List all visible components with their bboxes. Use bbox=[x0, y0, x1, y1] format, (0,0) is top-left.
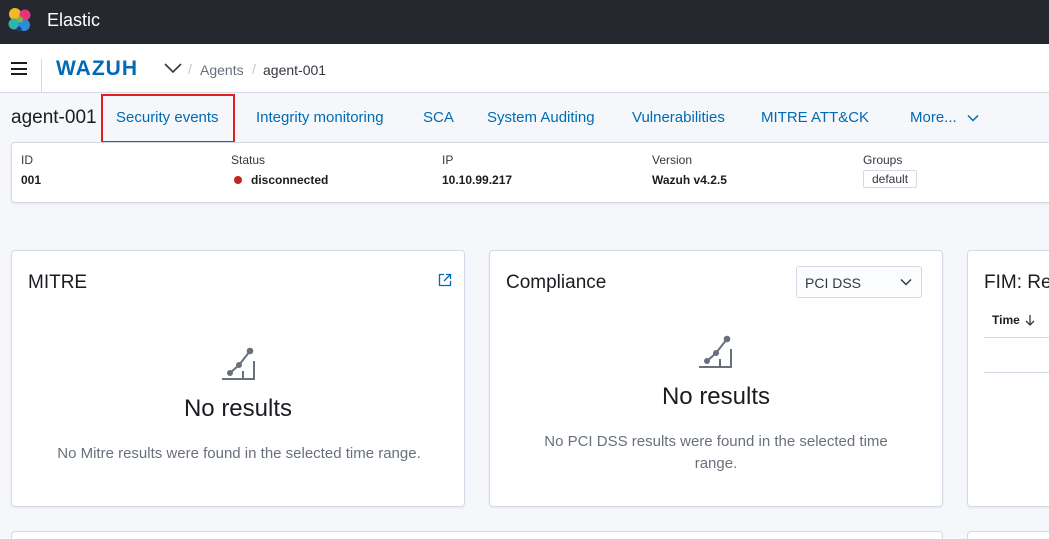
top-header: Elastic bbox=[0, 0, 1049, 44]
table-divider bbox=[984, 372, 1049, 373]
agent-version-value: Wazuh v4.2.5 bbox=[652, 173, 727, 187]
agent-tabs: agent-001 Security events Integrity moni… bbox=[0, 93, 1049, 143]
empty-chart-icon bbox=[222, 347, 255, 380]
nav-divider bbox=[41, 59, 42, 93]
agent-info-card: ID 001 Status disconnected IP 10.10.99.2… bbox=[11, 142, 1049, 203]
mitre-panel: MITRE No results No Mitre results were f… bbox=[11, 250, 465, 507]
chevron-down-icon[interactable] bbox=[164, 61, 182, 75]
compliance-standard-select[interactable]: PCI DSS bbox=[796, 266, 922, 298]
breadcrumb-current: agent-001 bbox=[263, 62, 327, 78]
agent-status-label: Status bbox=[231, 153, 266, 167]
tab-vulnerabilities[interactable]: Vulnerabilities bbox=[632, 109, 725, 126]
hamburger-menu-icon[interactable] bbox=[11, 62, 27, 75]
agent-ip-label: IP bbox=[442, 153, 454, 167]
tab-sca[interactable]: SCA bbox=[423, 109, 454, 126]
compliance-select-value: PCI DSS bbox=[805, 275, 862, 291]
mitre-panel-title: MITRE bbox=[28, 272, 88, 293]
agent-ip-field: IP 10.10.99.217 bbox=[442, 153, 512, 187]
status-text: disconnected bbox=[251, 173, 329, 187]
agent-version-field: Version Wazuh v4.2.5 bbox=[652, 153, 727, 187]
agent-name-title: agent-001 bbox=[11, 107, 97, 128]
status-dot-icon bbox=[234, 176, 242, 184]
tab-integrity-monitoring[interactable]: Integrity monitoring bbox=[256, 109, 384, 126]
empty-chart-icon bbox=[699, 335, 732, 368]
agent-id-value: 001 bbox=[21, 173, 42, 187]
agent-status-value: disconnected bbox=[231, 173, 328, 187]
breadcrumb-bar: WAZUH / Agents / agent-001 bbox=[0, 44, 1049, 93]
app-title: Elastic bbox=[47, 10, 101, 30]
breadcrumb-separator: / bbox=[188, 61, 192, 77]
fim-time-column-header[interactable]: Time bbox=[992, 313, 1035, 327]
fim-time-label: Time bbox=[992, 313, 1020, 327]
chevron-down-icon bbox=[967, 115, 979, 122]
external-link-icon[interactable] bbox=[438, 273, 452, 287]
tab-system-auditing[interactable]: System Auditing bbox=[487, 109, 595, 126]
chevron-down-icon bbox=[900, 278, 912, 286]
arrow-down-icon bbox=[1025, 315, 1035, 326]
compliance-panel-title: Compliance bbox=[506, 272, 607, 293]
elastic-logo-icon[interactable] bbox=[7, 7, 33, 33]
breadcrumb-separator: / bbox=[252, 61, 256, 77]
group-badge[interactable]: default bbox=[863, 170, 918, 188]
agent-version-label: Version bbox=[652, 153, 693, 167]
bottom-panel-right bbox=[967, 531, 1049, 539]
agent-ip-value: 10.10.99.217 bbox=[442, 173, 513, 187]
compliance-panel: Compliance PCI DSS No results No PCI DSS… bbox=[489, 250, 943, 507]
mitre-empty-body: No Mitre results were found in the selec… bbox=[57, 445, 421, 462]
agent-groups-label: Groups bbox=[863, 153, 903, 167]
breadcrumb-agents-link[interactable]: Agents bbox=[200, 62, 244, 78]
compliance-empty-body: No PCI DSS results were found in the sel… bbox=[544, 433, 888, 472]
mitre-empty-title: No results bbox=[183, 395, 293, 422]
tab-security-events[interactable]: Security events bbox=[116, 109, 219, 126]
agent-groups-field: Groups default bbox=[863, 153, 918, 188]
compliance-empty-title: No results bbox=[661, 383, 771, 410]
table-divider bbox=[984, 337, 1049, 338]
tab-more-label: More... bbox=[910, 109, 957, 126]
wazuh-logo[interactable]: WAZUH bbox=[56, 57, 138, 81]
agent-id-field: ID 001 bbox=[21, 153, 41, 187]
agent-status-field: Status disconnected bbox=[231, 153, 328, 187]
agent-id-label: ID bbox=[21, 153, 33, 167]
tab-more[interactable]: More... bbox=[910, 109, 979, 126]
bottom-panel bbox=[11, 531, 943, 539]
fim-panel-title: FIM: Rec bbox=[984, 272, 1049, 293]
tab-mitre-attack[interactable]: MITRE ATT&CK bbox=[761, 109, 869, 126]
fim-panel: FIM: Rec Time bbox=[967, 250, 1049, 507]
